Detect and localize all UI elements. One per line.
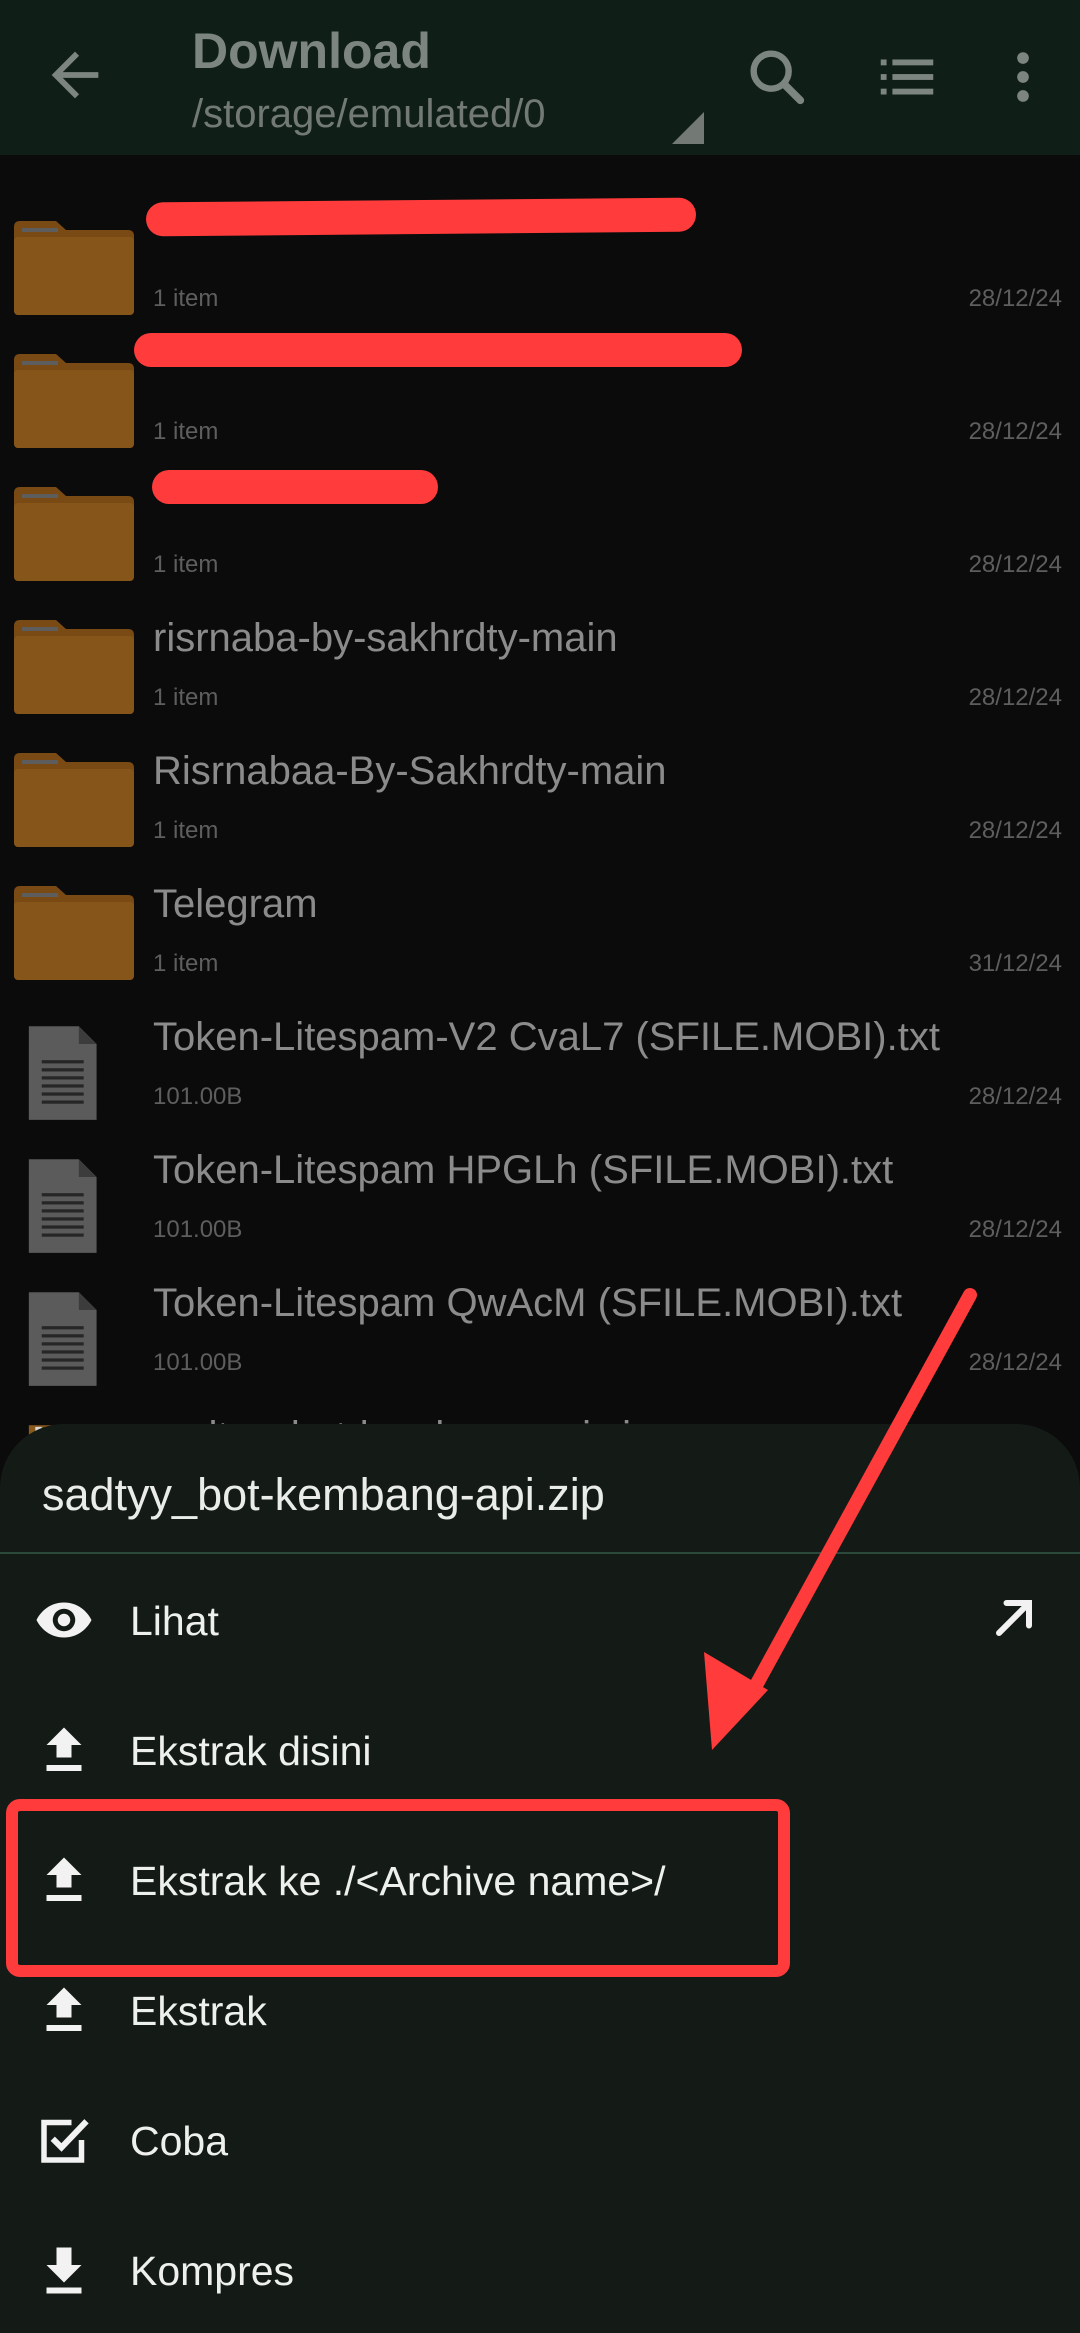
menu-item-ekstrak-ke-archive[interactable]: Ekstrak ke ./<Archive name>/ [0, 1820, 1080, 1940]
menu-item-kompres[interactable]: Kompres [0, 2210, 1080, 2330]
menu-item-label: Coba [130, 2118, 229, 2164]
list-item[interactable]: Risrnabaa-By-Sakhrdty-main 1 item 28/12/… [0, 713, 1080, 847]
folder-icon [14, 221, 134, 315]
list-view-icon[interactable] [872, 42, 942, 112]
back-arrow-icon[interactable] [40, 40, 110, 110]
file-name: Token-Litespam-V2 CvaL7 (SFILE.MOBI).txt [153, 1015, 940, 1059]
upload-icon [46, 1857, 82, 1901]
file-meta: 1 item [153, 418, 219, 445]
file-date: 28/12/24 [968, 817, 1062, 844]
file-date: 28/12/24 [968, 551, 1062, 578]
menu-item-label: Lihat [130, 1598, 219, 1644]
file-meta: 101.00B [153, 1216, 243, 1243]
current-path[interactable]: /storage/emulated/0 [192, 92, 546, 137]
menu-item-label: Ekstrak ke ./<Archive name>/ [130, 1858, 666, 1904]
folder-icon [14, 487, 134, 581]
app-bar: Download /storage/emulated/0 [0, 0, 1080, 155]
menu-item-label: Ekstrak disini [130, 1728, 372, 1774]
file-meta: 1 item [153, 817, 219, 844]
download-icon [46, 2247, 82, 2294]
file-name: Telegram [153, 882, 318, 926]
file-meta: 1 item [153, 684, 219, 711]
menu-item-label: Kompres [130, 2248, 295, 2294]
folder-icon [14, 354, 134, 448]
text-file-icon [28, 1159, 97, 1253]
file-meta: 1 item [153, 551, 219, 578]
menu-item-label: Ekstrak [130, 1988, 267, 2034]
page-title: Download [192, 23, 431, 79]
text-file-icon [28, 1292, 97, 1386]
file-name: Token-Litespam HPGLh (SFILE.MOBI).txt [153, 1148, 894, 1192]
checkbox-icon [41, 2119, 89, 2163]
path-dropdown-icon[interactable] [672, 112, 704, 144]
redaction-mark [145, 197, 697, 237]
search-icon[interactable] [742, 42, 812, 112]
open-external-arrow-icon[interactable] [984, 1588, 1044, 1648]
file-date: 28/12/24 [968, 285, 1062, 312]
redaction-mark [152, 470, 438, 504]
more-vert-icon[interactable] [988, 42, 1058, 112]
list-item[interactable]: Token-Litespam HPGLh (SFILE.MOBI).txt 10… [0, 1112, 1080, 1253]
list-item[interactable]: Token-Litespam QwAcM (SFILE.MOBI).txt 10… [0, 1245, 1080, 1386]
file-meta: 101.00B [153, 1083, 243, 1110]
menu-item-coba[interactable]: Coba [0, 2080, 1080, 2200]
folder-icon [14, 620, 134, 714]
upload-icon [46, 1727, 82, 1771]
upload-icon [46, 1987, 82, 2031]
file-date: 28/12/24 [968, 1083, 1062, 1110]
file-date: 28/12/24 [968, 1216, 1062, 1243]
menu-item-ekstrak[interactable]: Ekstrak [0, 1950, 1080, 2070]
file-name: risrnaba-by-sakhrdty-main [153, 616, 618, 660]
bottom-sheet: sadtyy_bot-kembang-api.zip Lihat Ekstrak… [0, 1424, 1080, 2333]
list-item[interactable]: risrnaba-by-sakhrdty-main 1 item 28/12/2… [0, 580, 1080, 714]
file-date: 28/12/24 [968, 684, 1062, 711]
file-date: 28/12/24 [968, 418, 1062, 445]
file-date: 28/12/24 [968, 1349, 1062, 1376]
file-name: Token-Litespam QwAcM (SFILE.MOBI).txt [153, 1281, 903, 1325]
file-meta: 1 item [153, 950, 219, 977]
sheet-divider [0, 1552, 1080, 1554]
list-item[interactable]: Token-Litespam-V2 CvaL7 (SFILE.MOBI).txt… [0, 979, 1080, 1120]
list-item[interactable]: Telegram 1 item 31/12/24 [0, 846, 1080, 980]
file-meta: 101.00B [153, 1349, 243, 1376]
menu-item-ekstrak-disini[interactable]: Ekstrak disini [0, 1690, 1080, 1810]
menu-item-lihat[interactable]: Lihat [0, 1560, 1080, 1680]
file-name: Risrnabaa-By-Sakhrdty-main [153, 749, 667, 793]
file-date: 31/12/24 [968, 950, 1062, 977]
text-file-icon [28, 1026, 97, 1120]
eye-icon [36, 1602, 92, 1638]
folder-icon [14, 886, 134, 980]
sheet-title: sadtyy_bot-kembang-api.zip [42, 1469, 605, 1520]
folder-icon [14, 753, 134, 847]
redaction-mark [134, 333, 742, 367]
file-meta: 1 item [153, 285, 219, 312]
list-item[interactable]: 1 item 28/12/24 [0, 447, 1080, 581]
